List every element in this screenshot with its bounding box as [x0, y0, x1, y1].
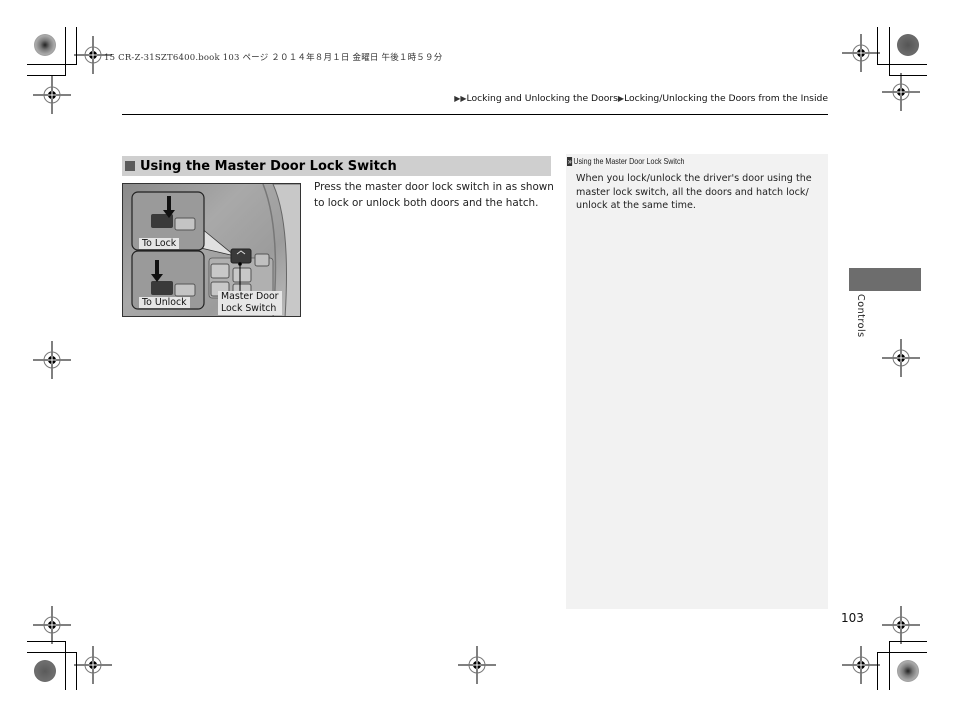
crosshair-icon: [32, 75, 72, 115]
master-switch-label: Master Door Lock Switch: [218, 291, 282, 315]
section-body: Press the master door lock switch in as …: [314, 181, 554, 209]
chapter-tab-label: Controls: [855, 294, 866, 338]
square-bullet-icon: [125, 161, 135, 171]
note-title-row: » Using the Master Door Lock Switch: [567, 156, 685, 166]
header-rule: [122, 114, 828, 115]
crosshair-icon: [32, 340, 72, 380]
breadcrumb-item[interactable]: Locking and Unlocking the Doors: [467, 93, 618, 104]
chapter-tab[interactable]: [849, 268, 921, 291]
master-lock-switch-illustration: To Lock To Unlock Master Door Lock Switc…: [122, 183, 301, 317]
crosshair-icon: [841, 645, 881, 685]
sidebar-note: » Using the Master Door Lock Switch When …: [566, 154, 828, 609]
print-header: 15 CR-Z-31SZT6400.book 103 ページ ２０１４年８月１日…: [104, 53, 443, 63]
section-heading: Using the Master Door Lock Switch: [122, 156, 551, 176]
double-triangle-icon: ▶▶: [454, 94, 467, 103]
breadcrumb-item[interactable]: Locking/Unlocking the Doors from the Ins…: [624, 93, 828, 104]
crosshair-icon: [73, 645, 113, 685]
double-chevron-icon: »: [567, 157, 573, 166]
to-lock-label: To Lock: [139, 238, 180, 249]
crosshair-icon: [32, 605, 72, 645]
crosshair-icon: [457, 645, 497, 685]
crosshair-icon: [881, 605, 921, 645]
section-title: Using the Master Door Lock Switch: [140, 158, 397, 174]
crosshair-icon: [841, 33, 881, 73]
crosshair-icon: [881, 338, 921, 378]
crosshair-icon: [881, 72, 921, 112]
note-body: When you lock/unlock the driver's door u…: [576, 173, 812, 211]
note-title[interactable]: Using the Master Door Lock Switch: [573, 156, 684, 166]
to-unlock-label: To Unlock: [139, 297, 190, 308]
page-number: 103: [841, 611, 864, 625]
breadcrumb: ▶▶Locking and Unlocking the Doors▶Lockin…: [454, 93, 828, 104]
